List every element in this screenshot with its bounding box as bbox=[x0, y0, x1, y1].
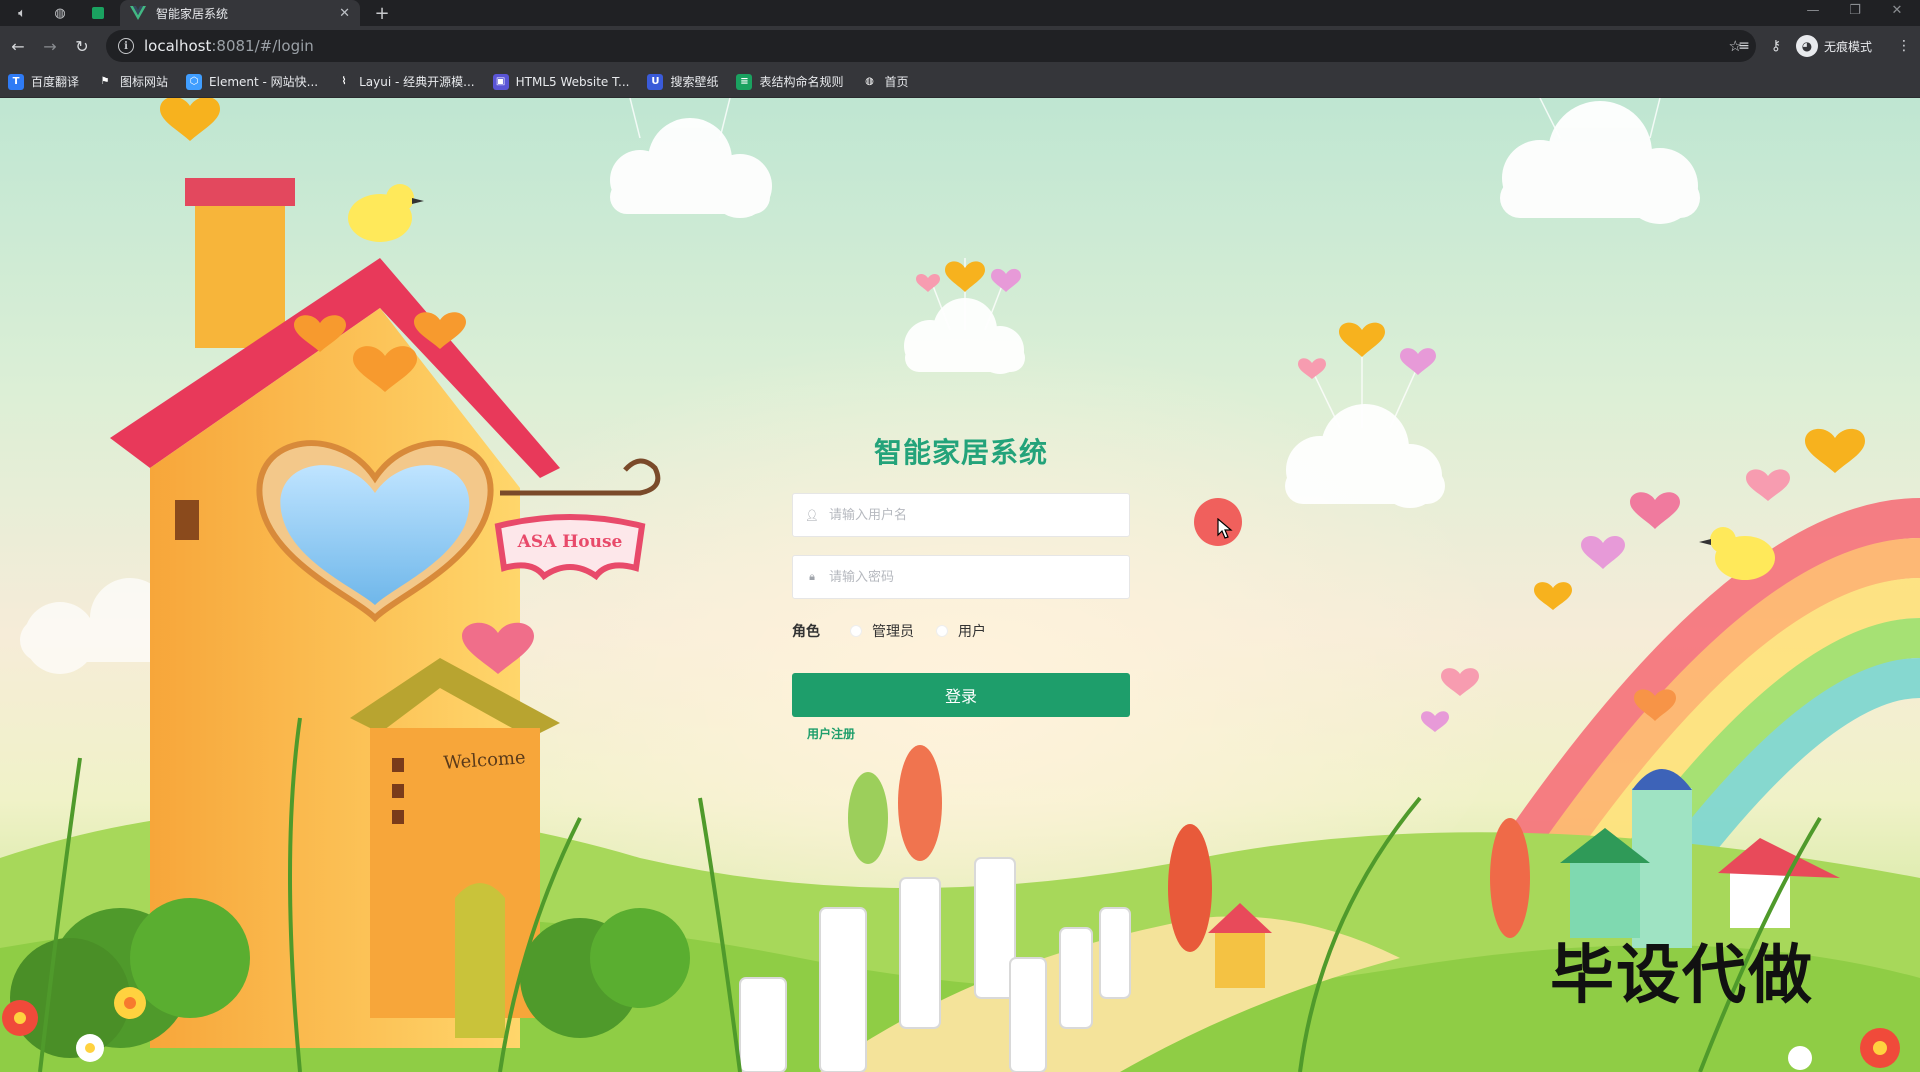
bookmark-item[interactable]: ⬡ Element - 网站快... bbox=[186, 73, 318, 90]
cloud bbox=[610, 118, 772, 218]
tab-active[interactable]: 智能家居系统 ✕ bbox=[120, 0, 360, 26]
bookmark-item[interactable]: U 搜索壁纸 bbox=[647, 73, 718, 90]
back-icon[interactable]: ← bbox=[6, 34, 30, 58]
username-field[interactable]: 👤︎ bbox=[792, 493, 1130, 537]
role-label: 角色 bbox=[792, 624, 820, 640]
role-radio-user[interactable]: 用户 bbox=[936, 621, 986, 641]
role-option-label: 用户 bbox=[958, 624, 986, 640]
sign-text: ASA House bbox=[517, 532, 623, 552]
bookmark-label: 表结构命名规则 bbox=[759, 75, 844, 89]
reading-list-icon[interactable]: ≡ bbox=[1732, 34, 1756, 58]
bookmark-item[interactable]: ⚑ 图标网站 bbox=[97, 73, 168, 90]
incognito-profile[interactable]: ◕ 无痕模式 bbox=[1796, 33, 1872, 59]
key-icon[interactable]: ⚷ bbox=[1764, 34, 1788, 58]
tab-title: 智能家居系统 bbox=[156, 6, 229, 21]
minimize-icon[interactable]: — bbox=[1796, 0, 1830, 20]
role-option-label: 管理员 bbox=[872, 624, 914, 640]
site-info-icon[interactable]: i bbox=[118, 38, 134, 54]
bookmark-label: Element - 网站快... bbox=[209, 75, 319, 89]
register-link[interactable]: 用户注册 bbox=[807, 725, 855, 742]
bookmark-label: 搜索壁纸 bbox=[670, 75, 719, 89]
watermark-text: 毕设代做 bbox=[1550, 939, 1814, 1013]
layui-icon: ⌇ bbox=[336, 73, 353, 90]
url-host: localhost bbox=[144, 37, 212, 55]
user-icon: 👤︎ bbox=[805, 508, 819, 522]
tab-close-icon[interactable]: ✕ bbox=[339, 6, 350, 21]
bookmark-item[interactable]: T 百度翻译 bbox=[8, 73, 79, 90]
wallpaper-icon: U bbox=[647, 73, 664, 90]
reload-icon[interactable]: ↻ bbox=[70, 34, 94, 58]
lock-icon: 🔒︎ bbox=[809, 570, 815, 583]
bookmark-label: Layui - 经典开源模... bbox=[359, 75, 475, 89]
forward-icon[interactable]: → bbox=[38, 34, 62, 58]
bookmark-item[interactable]: ▣ HTML5 Website T... bbox=[492, 73, 630, 90]
globe-icon: ◍ bbox=[861, 73, 878, 90]
pinned-tab-globe-icon[interactable]: ◍ bbox=[48, 2, 72, 24]
vue-logo-icon bbox=[130, 5, 146, 21]
new-tab-button[interactable]: + bbox=[370, 1, 394, 25]
bookmark-item[interactable]: ⌇ Layui - 经典开源模... bbox=[336, 73, 475, 90]
bookmark-item[interactable]: ◍ 首页 bbox=[861, 73, 909, 90]
login-button[interactable]: 登录 bbox=[792, 673, 1130, 717]
incognito-icon: ◕ bbox=[1796, 35, 1818, 57]
table-icon: ≡ bbox=[736, 73, 753, 90]
mouse-cursor-icon bbox=[1217, 518, 1233, 539]
role-selector: 角色 管理员 用户 bbox=[792, 617, 1130, 645]
password-input[interactable] bbox=[827, 557, 1129, 597]
translate-icon: T bbox=[8, 73, 24, 90]
address-bar[interactable]: i localhost:8081/#/login ☆ bbox=[106, 30, 1756, 62]
login-form: 智能家居系统 👤︎ 🔒︎ 角色 管理员 用户 登录 用户注册 bbox=[792, 431, 1130, 742]
more-menu-icon[interactable]: ⋮ bbox=[1892, 34, 1916, 58]
restore-icon[interactable]: ❐ bbox=[1838, 0, 1872, 20]
speaker-icon[interactable]: 🔈︎ bbox=[10, 2, 34, 24]
browser-toolbar: ← → ↻ i localhost:8081/#/login ☆ ≡ ⚷ ◕ 无… bbox=[0, 26, 1920, 66]
bookmark-item[interactable]: ≡ 表结构命名规则 bbox=[736, 73, 843, 90]
bookmark-label: 图标网站 bbox=[120, 75, 169, 89]
bookmark-label: 首页 bbox=[884, 75, 909, 89]
login-title: 智能家居系统 bbox=[873, 436, 1048, 469]
cloud bbox=[1500, 101, 1700, 224]
flag-icon: ⚑ bbox=[97, 73, 114, 90]
radio-circle[interactable] bbox=[936, 625, 948, 637]
bookmark-label: HTML5 Website T... bbox=[515, 74, 630, 89]
pinned-tab-sheet-icon[interactable] bbox=[86, 2, 110, 24]
radio-circle[interactable] bbox=[850, 625, 862, 637]
bookmark-label: 百度翻译 bbox=[31, 75, 80, 89]
login-page: ASA House Welcome 智能家居系统 👤︎ 请输入用户名 🔒︎ 角色… bbox=[0, 98, 1920, 1072]
role-radio-admin[interactable]: 管理员 bbox=[850, 621, 914, 641]
incognito-label: 无痕模式 bbox=[1824, 39, 1873, 54]
html5-icon: ▣ bbox=[492, 73, 509, 90]
url-path: :8081/#/login bbox=[211, 37, 314, 55]
browser-tab-bar: 🔈︎ ◍ 智能家居系统 ✕ + — ❐ ✕ bbox=[0, 0, 1920, 26]
username-input[interactable] bbox=[827, 495, 1129, 535]
bookmarks-bar: T 百度翻译 ⚑ 图标网站 ⬡ Element - 网站快... ⌇ Layui - 经典开源… bbox=[0, 66, 1920, 98]
password-field[interactable]: 🔒︎ bbox=[792, 555, 1130, 599]
close-window-icon[interactable]: ✕ bbox=[1880, 0, 1914, 20]
element-icon: ⬡ bbox=[186, 73, 203, 90]
